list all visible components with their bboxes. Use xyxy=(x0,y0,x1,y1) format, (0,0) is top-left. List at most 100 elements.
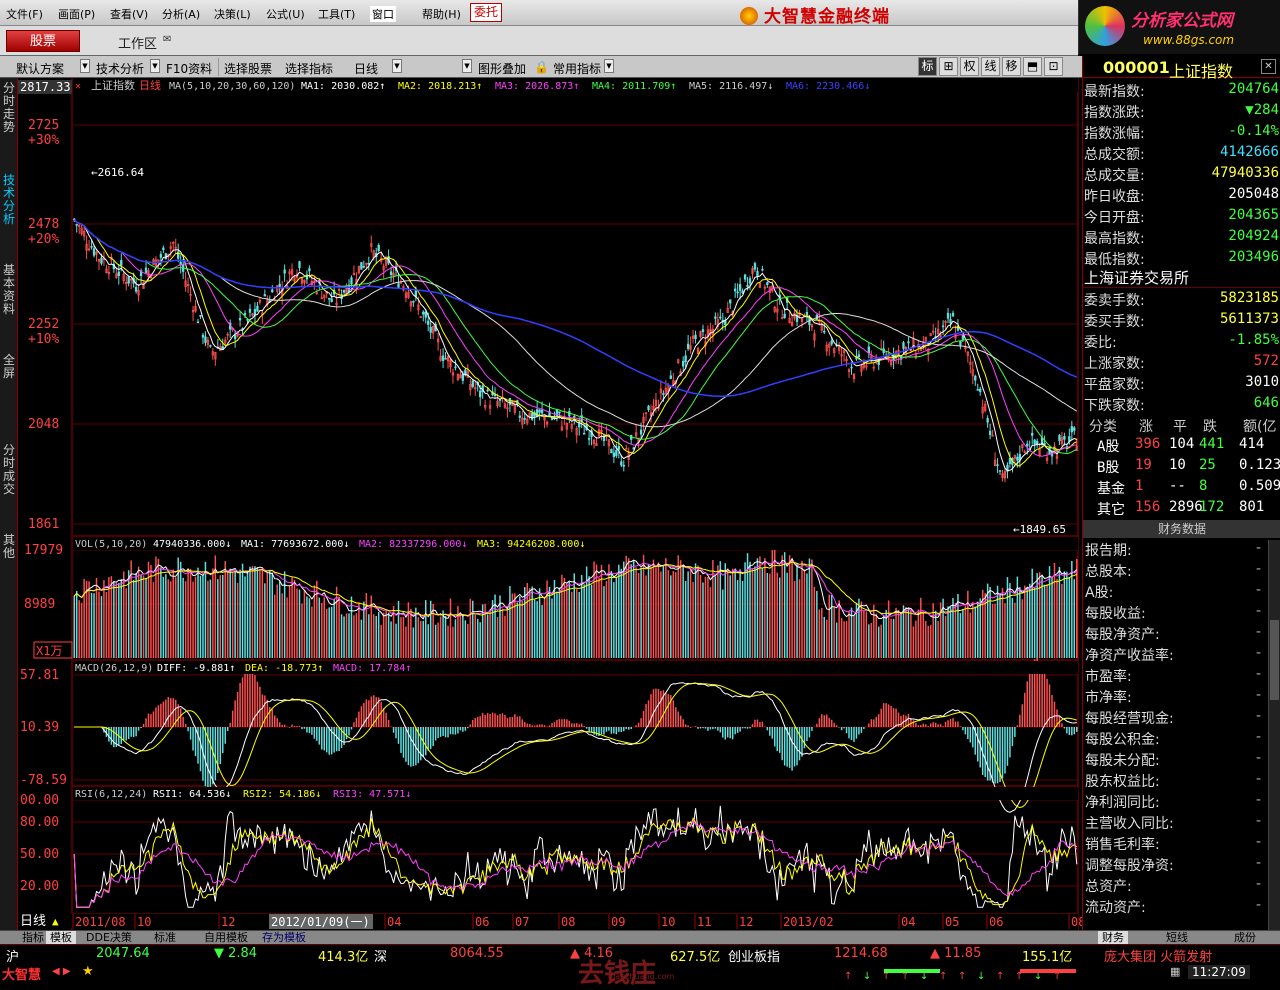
tab-trades[interactable]: 分时成交 xyxy=(2,444,16,496)
candle-body xyxy=(92,248,96,256)
period-button[interactable]: 日线 xyxy=(354,60,378,77)
candle-body xyxy=(647,405,650,410)
app-logo: 大智慧 xyxy=(2,968,42,983)
price-axis-panel: 2817.33 2725+30% 2478+20% 2252+10% 2048 1861 1… xyxy=(18,78,73,930)
select-indicator-button[interactable]: 选择指标 xyxy=(285,60,333,77)
menu-decision[interactable]: 决策(L) xyxy=(214,6,251,22)
ma-value: MA3: 2026.873↑ xyxy=(495,81,579,92)
menu-file[interactable]: 文件(F) xyxy=(6,6,43,22)
move-tool-button[interactable]: 移 xyxy=(1002,57,1021,76)
right-tab-finance[interactable]: 财务 xyxy=(1098,931,1128,944)
candle-body xyxy=(1033,439,1036,445)
rsi-tick-label: 20.00 xyxy=(20,879,59,894)
candle-body xyxy=(996,464,999,467)
rsi-tick-label: 80.00 xyxy=(20,815,59,830)
line-tool-button[interactable]: 线 xyxy=(981,57,1000,76)
top-price-label: 2817.33 xyxy=(20,80,71,94)
site-banner[interactable]: 分析家公式网 www.88gs.com xyxy=(1078,0,1280,54)
tech-dropdown-icon[interactable]: ▼ xyxy=(150,59,160,73)
high-marker: ←2616.64 xyxy=(91,166,144,179)
default-scheme-button[interactable]: 默认方案 xyxy=(16,60,64,77)
tab-technical[interactable]: 技术分析 xyxy=(2,174,16,226)
tech-analysis-button[interactable]: 技术分析 xyxy=(96,60,144,77)
star-icon[interactable]: ★ xyxy=(82,964,94,979)
close-icon[interactable]: ✕ xyxy=(1261,59,1276,74)
lock-icon[interactable]: 🔒 xyxy=(534,60,549,74)
workarea-icon[interactable]: ✉ xyxy=(163,34,171,45)
site-name: 分析家公式网 xyxy=(1131,11,1233,31)
financial-label: 净利润同比: xyxy=(1085,795,1160,811)
bottom-tab-custom[interactable]: 自用模板 xyxy=(200,931,252,944)
prev-arrow-icon[interactable]: ◀ ▶ xyxy=(52,966,71,977)
menu-view[interactable]: 查看(V) xyxy=(110,6,148,22)
news-ticker[interactable]: 庞大集团 火箭发射 xyxy=(1104,946,1212,965)
table-cell: 10 xyxy=(1169,457,1186,473)
select-stock-button[interactable]: 选择股票 xyxy=(224,60,272,77)
financial-value: - xyxy=(1255,666,1261,682)
bottom-tab-template[interactable]: 模板 xyxy=(46,931,76,944)
rights-tool-button[interactable]: 权 xyxy=(960,57,979,76)
scheme-dropdown-icon[interactable]: ▼ xyxy=(80,59,90,73)
vertical-scrollbar[interactable] xyxy=(1268,540,1280,930)
candle-body xyxy=(961,335,965,340)
common-indicator-button[interactable]: 常用指标 xyxy=(553,60,601,77)
date-label: 04 xyxy=(901,915,915,929)
bottom-tab-standard[interactable]: 标准 xyxy=(150,931,180,944)
candle-body xyxy=(951,312,955,317)
financial-row: 净资产收益率: - xyxy=(1085,645,1280,666)
maximize-tool-button[interactable]: ⊡ xyxy=(1044,57,1063,76)
window-tool-button[interactable]: ⬒ xyxy=(1023,57,1042,76)
candle-body xyxy=(738,284,742,291)
overlay-button[interactable]: 图形叠加 xyxy=(478,60,526,77)
sh-change: ▼ 2.84 xyxy=(214,946,258,961)
candle-body xyxy=(976,389,979,391)
candle-body xyxy=(256,305,259,312)
candle-body xyxy=(298,261,301,269)
weituo-button[interactable]: 委托 xyxy=(470,3,502,22)
right-tab-shortline[interactable]: 短线 xyxy=(1162,931,1192,944)
menu-help[interactable]: 帮助(H) xyxy=(422,6,461,22)
right-tab-components[interactable]: 成份 xyxy=(1230,931,1260,944)
cy-value[interactable]: 1214.68 xyxy=(834,946,888,961)
menu-formula[interactable]: 公式(U) xyxy=(266,6,305,22)
financial-value: - xyxy=(1255,624,1261,640)
tab-basic-info[interactable]: 基本资料 xyxy=(2,264,16,316)
period-dropdown-icon[interactable]: ▼ xyxy=(392,59,402,73)
mark-tool-button[interactable]: 标 xyxy=(918,57,937,76)
candle-body xyxy=(427,320,430,325)
financial-row: 每股公积金: - xyxy=(1085,729,1280,750)
bottom-tab-dde[interactable]: DDE决策 xyxy=(82,931,136,944)
sh-value[interactable]: 2047.64 xyxy=(96,946,150,961)
stock-name: 上证指数 xyxy=(1169,62,1234,81)
scrollbar-thumb[interactable] xyxy=(1270,620,1279,700)
candle-body xyxy=(662,393,665,395)
candle-body xyxy=(1058,434,1061,442)
tab-intraday[interactable]: 分时走势 xyxy=(2,82,16,134)
kline-chart[interactable]: ←2616.64 ←1849.65 ✕ 上证指数 日线 MA(5,10,20,30,60,… xyxy=(73,78,1082,930)
menu-analysis[interactable]: 分析(A) xyxy=(162,6,200,22)
tab-other[interactable]: 其他 xyxy=(2,534,16,560)
grid-tool-button[interactable]: ⊞ xyxy=(939,57,958,76)
overlay-dropdown-icon[interactable]: ▼ xyxy=(462,59,472,73)
vol-tick-label: 17979 xyxy=(24,543,63,558)
exchange-title: 上海证券交易所 xyxy=(1083,267,1280,288)
table-cell: 441 xyxy=(1199,436,1225,452)
sz-value[interactable]: 8064.55 xyxy=(450,946,504,961)
indicator-dropdown-icon[interactable]: ▼ xyxy=(604,59,614,73)
menu-window[interactable]: 窗口 xyxy=(370,6,396,22)
menu-screen[interactable]: 画面(P) xyxy=(58,6,95,22)
quote-label: 委卖手数: xyxy=(1084,293,1145,309)
stock-button[interactable]: 股票 xyxy=(6,30,80,52)
bottom-tab-indicator[interactable]: 指标 xyxy=(18,931,48,944)
candle-body xyxy=(350,277,353,285)
f10-button[interactable]: F10资料 xyxy=(166,60,212,77)
candle-body xyxy=(127,276,130,284)
table-header: 额(亿 xyxy=(1243,419,1277,435)
bottom-tab-save[interactable]: 存为模板 xyxy=(258,931,310,944)
workarea-tab[interactable]: 工作区 xyxy=(118,33,157,52)
menu-tools[interactable]: 工具(T) xyxy=(318,6,355,22)
tab-fullscreen[interactable]: 全屏 xyxy=(2,354,16,380)
quote-value: 203496 xyxy=(1228,249,1279,265)
candle-body xyxy=(117,271,120,276)
vol-ma-value: MA3: 94246208.000↓ xyxy=(477,539,585,550)
